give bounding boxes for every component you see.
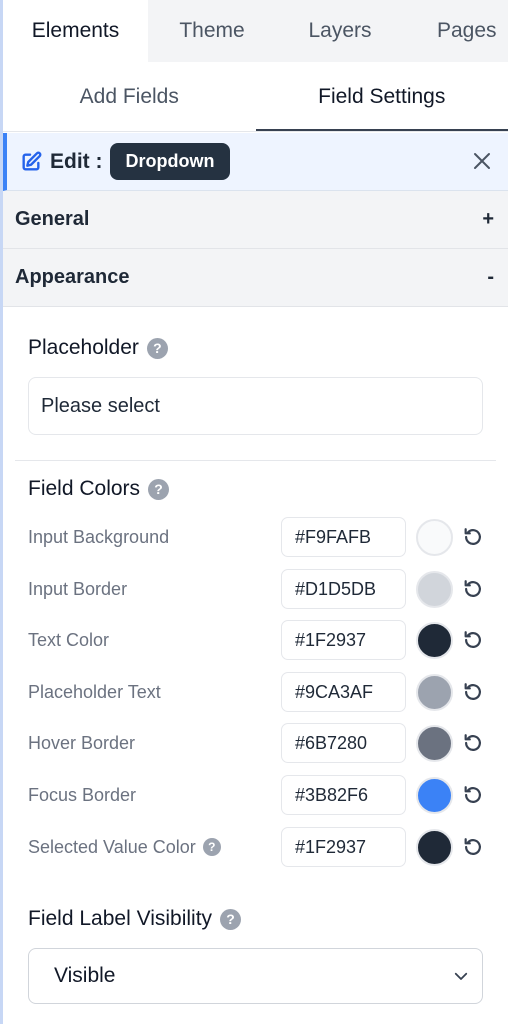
tab-theme[interactable]: Theme xyxy=(148,0,276,62)
color-row: Input Border #D1D5DB xyxy=(28,569,488,609)
tab-pages[interactable]: Pages xyxy=(404,0,508,62)
color-label: Input Background xyxy=(28,527,281,548)
color-row: Selected Value Color? #1F2937 xyxy=(28,827,488,867)
color-row: Text Color #1F2937 xyxy=(28,620,488,660)
reset-icon[interactable] xyxy=(462,836,484,858)
color-swatch[interactable] xyxy=(416,828,453,866)
color-swatch[interactable] xyxy=(416,776,453,814)
reset-icon[interactable] xyxy=(462,681,484,703)
color-label-text: Hover Border xyxy=(28,732,136,753)
sub-tab-divider xyxy=(3,131,508,132)
tab-add-fields[interactable]: Add Fields xyxy=(3,62,256,132)
help-icon[interactable]: ? xyxy=(220,908,242,930)
close-icon[interactable] xyxy=(470,149,494,173)
hex-value: #9CA3AF xyxy=(295,681,374,702)
placeholder-heading: Placeholder ? xyxy=(28,336,168,360)
help-icon[interactable]: ? xyxy=(202,838,221,856)
color-label-text: Selected Value Color xyxy=(28,836,196,857)
section-divider xyxy=(15,460,496,461)
color-swatch[interactable] xyxy=(416,570,453,608)
reset-icon[interactable] xyxy=(462,629,484,651)
color-label-text: Text Color xyxy=(28,629,110,650)
hex-input[interactable]: #1F2937 xyxy=(281,620,406,660)
placeholder-input[interactable]: Please select xyxy=(28,377,483,435)
color-swatch[interactable] xyxy=(416,724,453,762)
hex-value: #F9FAFB xyxy=(295,526,372,547)
hex-input[interactable]: #1F2937 xyxy=(281,827,406,867)
color-label-text: Focus Border xyxy=(28,784,137,805)
color-label: Placeholder Text xyxy=(28,682,281,703)
color-label-text: Input Border xyxy=(28,578,128,599)
color-row: Hover Border #6B7280 xyxy=(28,723,488,763)
placeholder-title: Placeholder xyxy=(28,336,139,359)
hex-value: #6B7280 xyxy=(295,732,368,753)
hex-input[interactable]: #6B7280 xyxy=(281,723,406,763)
edit-label: Edit : xyxy=(50,149,103,173)
reset-icon[interactable] xyxy=(462,526,484,548)
color-label: Text Color xyxy=(28,630,281,651)
color-label-text: Placeholder Text xyxy=(28,681,161,702)
accordion-appearance-title: Appearance xyxy=(15,266,130,288)
label-visibility-value: Visible xyxy=(54,964,116,987)
hex-input[interactable]: #D1D5DB xyxy=(281,569,406,609)
color-label: Focus Border xyxy=(28,785,281,806)
color-row: Focus Border #3B82F6 xyxy=(28,775,488,815)
tab-field-settings[interactable]: Field Settings xyxy=(255,62,508,132)
accordion-general[interactable]: General + xyxy=(3,191,508,249)
label-visibility-select[interactable]: Visible xyxy=(28,948,483,1004)
accordion-appearance[interactable]: Appearance - xyxy=(3,249,508,307)
hex-input[interactable]: #9CA3AF xyxy=(281,672,406,712)
edit-field-bar: Edit : Dropdown xyxy=(3,133,508,191)
hex-value: #3B82F6 xyxy=(295,784,369,805)
hex-value: #D1D5DB xyxy=(295,578,377,599)
edit-icon xyxy=(22,151,42,171)
sub-tab-bar: Add Fields Field Settings xyxy=(3,62,508,132)
collapse-icon: - xyxy=(487,266,494,288)
color-swatch[interactable] xyxy=(416,518,453,556)
accordion-general-title: General xyxy=(15,208,90,230)
reset-icon[interactable] xyxy=(462,784,484,806)
expand-icon: + xyxy=(482,208,494,230)
hex-input[interactable]: #3B82F6 xyxy=(281,775,406,815)
color-label: Selected Value Color? xyxy=(28,837,281,858)
color-swatch[interactable] xyxy=(416,673,453,711)
help-icon[interactable]: ? xyxy=(146,337,168,359)
color-label: Input Border xyxy=(28,579,281,600)
field-colors-title: Field Colors xyxy=(28,477,141,500)
tab-elements[interactable]: Elements xyxy=(3,0,148,62)
label-visibility-title: Field Label Visibility xyxy=(28,907,213,930)
tab-layers[interactable]: Layers xyxy=(276,0,404,62)
help-icon[interactable]: ? xyxy=(148,478,170,500)
placeholder-input-value: Please select xyxy=(41,394,160,417)
reset-icon[interactable] xyxy=(462,578,484,600)
field-type-badge: Dropdown xyxy=(109,143,231,180)
hex-value: #1F2937 xyxy=(295,836,367,857)
hex-value: #1F2937 xyxy=(295,629,367,650)
label-visibility-heading: Field Label Visibility ? xyxy=(28,907,242,931)
chevron-down-icon xyxy=(454,972,468,980)
reset-icon[interactable] xyxy=(462,732,484,754)
color-row: Placeholder Text #9CA3AF xyxy=(28,672,488,712)
color-row: Input Background #F9FAFB xyxy=(28,517,488,557)
field-colors-heading: Field Colors ? xyxy=(28,477,170,501)
color-label-text: Input Background xyxy=(28,526,170,547)
color-swatch[interactable] xyxy=(416,621,453,659)
hex-input[interactable]: #F9FAFB xyxy=(281,517,406,557)
color-label: Hover Border xyxy=(28,733,281,754)
top-tab-bar: Elements Theme Layers Pages xyxy=(3,0,508,62)
